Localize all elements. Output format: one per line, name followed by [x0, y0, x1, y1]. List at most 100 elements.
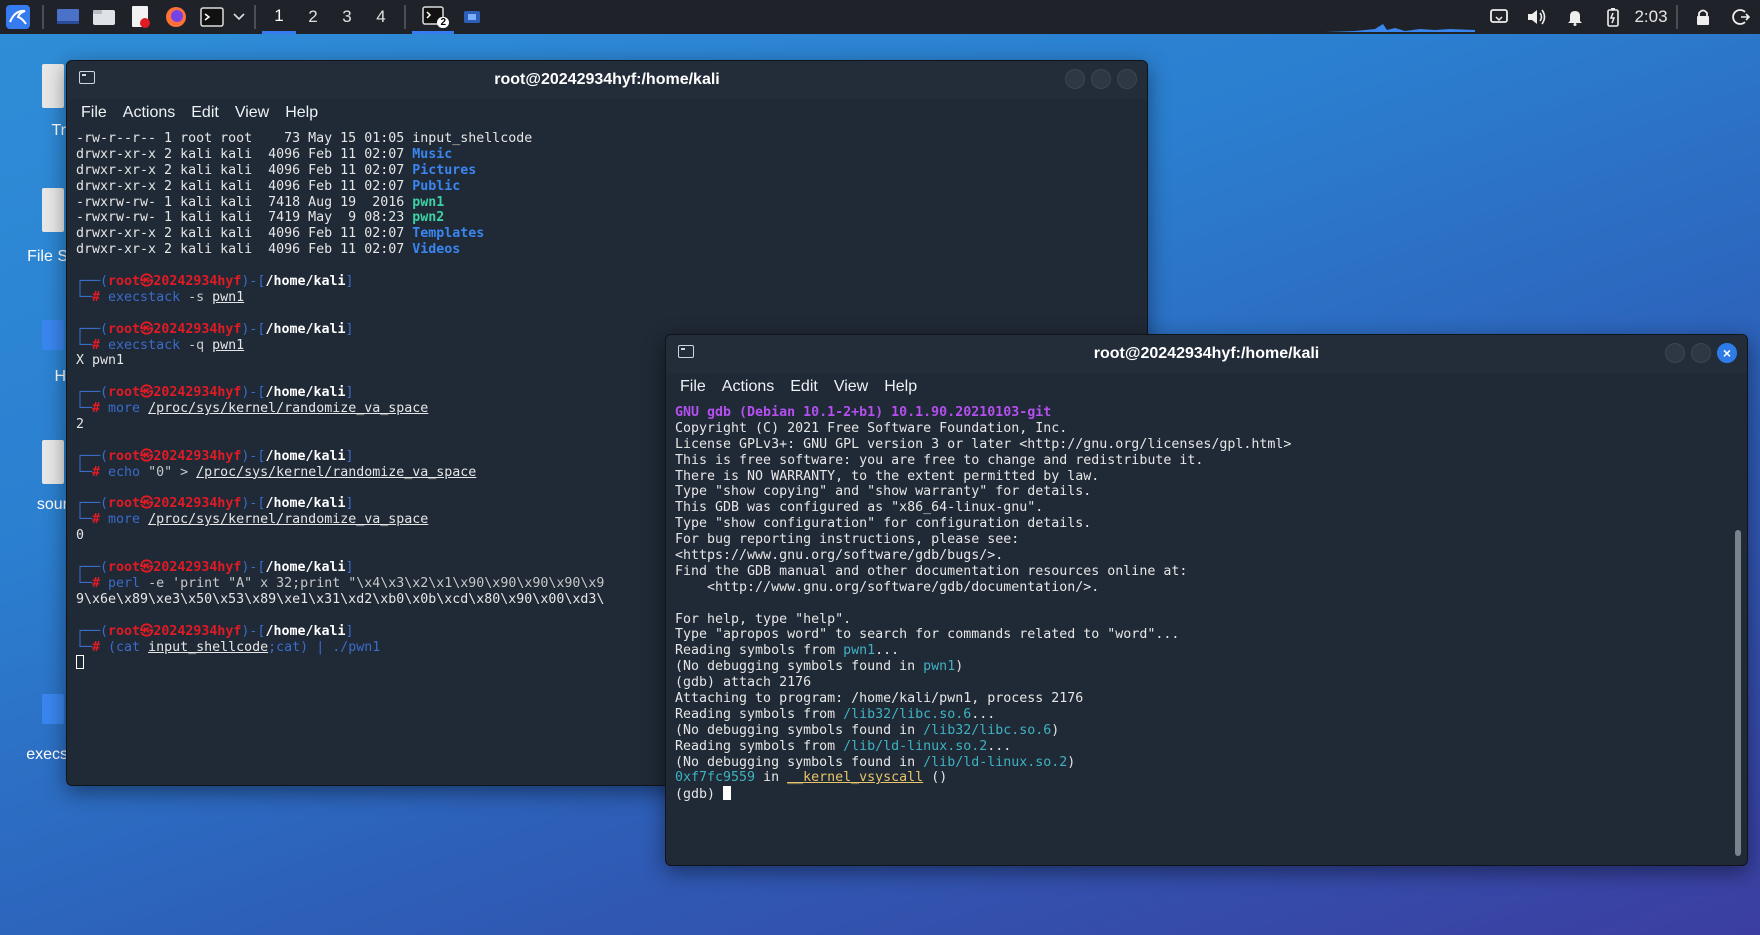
command-name: more: [108, 512, 141, 528]
gdb-highlight: /lib32/libc.so.6: [923, 722, 1052, 738]
show-desktop-icon[interactable]: [50, 0, 86, 34]
minimize-button[interactable]: [1065, 69, 1085, 89]
minimize-button[interactable]: [1665, 343, 1685, 363]
taskbar-window-icon[interactable]: [454, 0, 490, 34]
prompt-hash: └─: [76, 337, 93, 353]
prompt-user: root㉿20242934hyf: [108, 623, 242, 639]
menu-actions[interactable]: Actions: [123, 104, 175, 122]
command-name: (cat: [108, 639, 149, 655]
menu-help[interactable]: Help: [884, 378, 917, 396]
menu-view[interactable]: View: [235, 104, 269, 122]
prompt-sep: )-[: [241, 274, 266, 290]
kali-menu-icon[interactable]: [0, 0, 36, 34]
clock[interactable]: 2:03: [1632, 0, 1670, 34]
maximize-button[interactable]: [1091, 69, 1111, 89]
prompt-corner: ┌──(: [76, 274, 109, 290]
gdb-text: Reading symbols from: [675, 738, 844, 754]
gdb-output-line: <http://www.gnu.org/software/gdb/documen…: [675, 579, 1100, 595]
file-meta: drwxr-xr-x 2 kali kali 4096 Feb 11 02:07: [76, 226, 413, 242]
display-icon[interactable]: [1480, 0, 1518, 34]
prompt-corner: ┌──(: [76, 496, 109, 512]
taskbar-separator: [1676, 5, 1678, 29]
gdb-highlight: pwn1: [923, 659, 956, 675]
menu-help[interactable]: Help: [285, 104, 318, 122]
prompt-corner: ┌──(: [76, 385, 109, 401]
gdb-output-line: For bug reporting instructions, please s…: [675, 532, 1020, 548]
firefox-icon[interactable]: [158, 0, 194, 34]
volume-icon[interactable]: [1518, 0, 1556, 34]
terminal-launcher-icon[interactable]: [194, 0, 230, 34]
terminal-window-gdb[interactable]: root@20242934hyf:/home/kali × File Actio…: [665, 334, 1748, 866]
window-controls: [1065, 69, 1137, 89]
prompt-hash: └─: [76, 401, 93, 417]
file-meta: -rwxrw-rw- 1 kali kali 7418 Aug 19 2016: [76, 194, 413, 210]
menubar: File Actions Edit View Help: [67, 99, 1147, 127]
desktop-icon-source[interactable]: sour: [0, 440, 70, 520]
gdb-highlight: /lib32/libc.so.6: [843, 706, 972, 722]
command-name: execstack: [108, 337, 181, 353]
gdb-output-line: Find the GDB manual and other documentat…: [675, 563, 1188, 579]
prompt-sep: )-[: [241, 448, 266, 464]
workspace-4[interactable]: 4: [364, 0, 398, 34]
gdb-output-line: Type "apropos word" to search for comman…: [675, 627, 1180, 643]
workspace-3[interactable]: 3: [330, 0, 364, 34]
listing-row: drwxr-xr-x 2 kali kali 4096 Feb 11 02:07…: [76, 147, 1138, 163]
lock-screen-icon[interactable]: [1684, 0, 1722, 34]
file-name: input_shellcode: [412, 131, 533, 146]
gdb-prompt-line: (gdb): [675, 786, 1738, 802]
prompt-hash-symbol: #: [92, 289, 109, 305]
prompt-path: /home/kali: [265, 560, 346, 576]
listing-row: drwxr-xr-x 2 kali kali 4096 Feb 11 02:07…: [76, 179, 1138, 195]
menu-file[interactable]: File: [680, 378, 706, 396]
gdb-text: Attaching to program: /home/kali/pwn1, p…: [675, 691, 1084, 707]
desktop-icon-filesystem[interactable]: File S: [0, 188, 70, 268]
desktop-icon-trash[interactable]: Tr: [0, 62, 70, 142]
file-meta: -rw-r--r-- 1 root root 73 May 15 01:05: [76, 131, 413, 146]
prompt-path: /home/kali: [265, 321, 346, 337]
close-button[interactable]: [1117, 69, 1137, 89]
listing-row: -rw-r--r-- 1 root root 73 May 15 01:05 i…: [76, 131, 1138, 147]
gdb-banner: GNU gdb (Debian 10.1-2+b1) 10.1.90.20210…: [675, 405, 1052, 420]
battery-icon[interactable]: [1594, 0, 1632, 34]
titlebar[interactable]: root@20242934hyf:/home/kali ×: [666, 335, 1747, 373]
file-manager-icon[interactable]: [86, 0, 122, 34]
prompt-end: ]: [345, 448, 354, 464]
titlebar[interactable]: root@20242934hyf:/home/kali: [67, 61, 1147, 99]
workspace-1[interactable]: 1: [262, 0, 296, 34]
folder-icon: [42, 320, 64, 350]
prompt-end: ]: [345, 385, 354, 401]
gdb-output-line: There is NO WARRANTY, to the extent perm…: [675, 468, 1100, 484]
taskbar-terminal-group[interactable]: 2: [412, 0, 454, 34]
listing-row: drwxr-xr-x 2 kali kali 4096 Feb 11 02:07…: [76, 226, 1138, 242]
file-meta: drwxr-xr-x 2 kali kali 4096 Feb 11 02:07: [76, 162, 413, 178]
notifications-bell-icon[interactable]: [1556, 0, 1594, 34]
text-editor-icon[interactable]: [122, 0, 158, 34]
close-button[interactable]: ×: [1717, 343, 1737, 363]
file-name: pwn1: [412, 194, 445, 210]
terminal-output[interactable]: GNU gdb (Debian 10.1-2+b1) 10.1.90.20210…: [666, 401, 1747, 806]
prompt-sep: )-[: [241, 496, 266, 512]
menu-view[interactable]: View: [834, 378, 868, 396]
gdb-text: ...: [875, 643, 900, 659]
logout-icon[interactable]: [1722, 0, 1760, 34]
menu-actions[interactable]: Actions: [722, 378, 774, 396]
menu-edit[interactable]: Edit: [790, 378, 818, 396]
prompt-hash: └─: [76, 639, 93, 655]
prompt-user: root㉿20242934hyf: [108, 385, 242, 401]
prompt-corner: ┌──(: [76, 560, 109, 576]
desktop-icon-execstack[interactable]: execs: [0, 694, 70, 764]
chevron-down-icon[interactable]: [230, 0, 248, 34]
maximize-button[interactable]: [1691, 343, 1711, 363]
menu-edit[interactable]: Edit: [191, 104, 219, 122]
menu-file[interactable]: File: [81, 104, 107, 122]
prompt-corner: ┌──(: [76, 321, 109, 337]
drive-icon: [42, 188, 64, 232]
scrollbar[interactable]: [1735, 530, 1741, 856]
gdb-symbol-line: (No debugging symbols found in /lib32/li…: [675, 723, 1738, 739]
command-name: perl: [108, 575, 141, 591]
desktop-icon-home[interactable]: H: [0, 320, 70, 390]
gdb-symbol-line: (No debugging symbols found in /lib/ld-l…: [675, 755, 1738, 771]
workspace-2[interactable]: 2: [296, 0, 330, 34]
frame-function: __kernel_vsyscall: [787, 770, 924, 786]
